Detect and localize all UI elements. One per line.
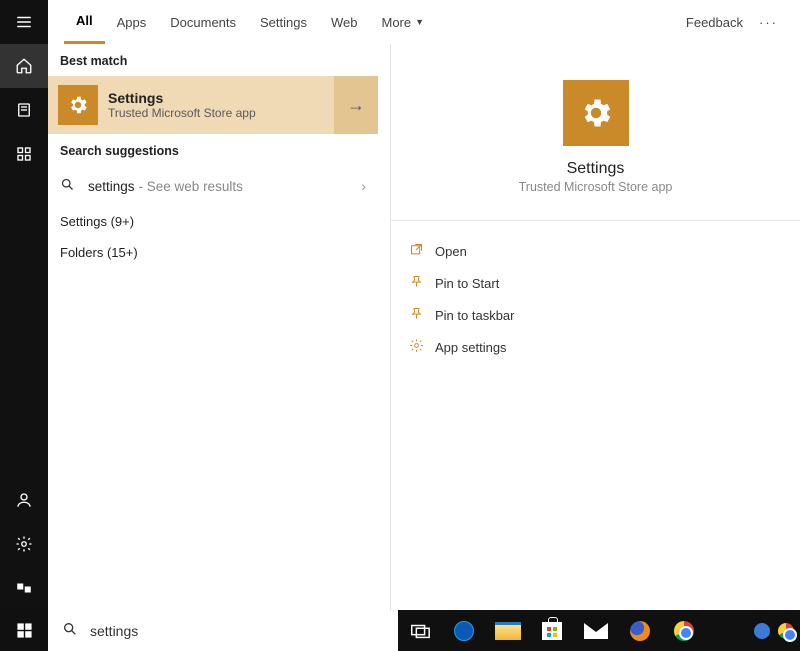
settings-category-row[interactable]: Settings (9+): [48, 206, 378, 237]
tab-documents[interactable]: Documents: [158, 0, 248, 44]
pin-to-start-action[interactable]: Pin to Start: [409, 267, 782, 299]
taskbar-search-input[interactable]: settings: [48, 610, 398, 651]
system-tray[interactable]: [754, 623, 800, 639]
web-suggestion-query: settings: [88, 179, 135, 194]
folders-category-row[interactable]: Folders (15+): [48, 237, 378, 268]
app-settings-action[interactable]: App settings: [409, 331, 782, 363]
task-view-icon[interactable]: [398, 610, 442, 651]
mail-icon[interactable]: [574, 610, 618, 651]
preview-title: Settings: [391, 160, 800, 178]
pin-icon: [409, 274, 435, 292]
pin-to-taskbar-action[interactable]: Pin to taskbar: [409, 299, 782, 331]
tray-app-icon[interactable]: [778, 623, 794, 639]
tab-web[interactable]: Web: [319, 0, 370, 44]
preview-subtitle: Trusted Microsoft Store app: [391, 180, 800, 194]
web-suggestion-tail: - See web results: [139, 179, 243, 194]
best-match-item[interactable]: Settings Trusted Microsoft Store app →: [48, 76, 378, 134]
edge-icon[interactable]: [442, 610, 486, 651]
hamburger-icon[interactable]: [0, 0, 48, 44]
home-icon[interactable]: [0, 44, 48, 88]
file-explorer-icon[interactable]: [486, 610, 530, 651]
taskbar: settings: [0, 610, 800, 651]
apps-icon[interactable]: [0, 132, 48, 176]
tab-more[interactable]: More▼: [370, 0, 437, 44]
account-icon[interactable]: [0, 478, 48, 522]
open-action[interactable]: Open: [409, 235, 782, 267]
firefox-icon[interactable]: [618, 610, 662, 651]
tab-settings[interactable]: Settings: [248, 0, 319, 44]
web-suggestion-row[interactable]: settings - See web results ›: [48, 166, 378, 206]
chrome-icon[interactable]: [662, 610, 706, 651]
caret-down-icon: ▼: [415, 17, 424, 27]
search-icon: [60, 177, 80, 195]
power-icon[interactable]: [0, 566, 48, 610]
tray-app-icon[interactable]: [754, 623, 770, 639]
search-icon: [62, 621, 78, 640]
start-button[interactable]: [0, 610, 48, 651]
gear-icon: [58, 85, 98, 125]
pin-icon: [409, 306, 435, 324]
search-suggestions-header: Search suggestions: [48, 134, 378, 166]
open-icon: [409, 242, 435, 260]
more-options-icon[interactable]: ···: [753, 15, 784, 30]
settings-rail-icon[interactable]: [0, 522, 48, 566]
tab-all[interactable]: All: [64, 0, 105, 44]
microsoft-store-icon[interactable]: [530, 610, 574, 651]
chevron-right-icon: ›: [361, 178, 366, 194]
best-match-title: Settings: [108, 90, 334, 106]
preview-pane: Settings Trusted Microsoft Store app Ope…: [390, 44, 800, 610]
search-input-value: settings: [90, 623, 138, 639]
gear-icon: [563, 80, 629, 146]
best-match-header: Best match: [48, 44, 378, 76]
gear-icon: [409, 338, 435, 356]
expand-arrow-icon[interactable]: →: [334, 76, 378, 134]
search-results: Best match Settings Trusted Microsoft St…: [48, 44, 378, 610]
tab-apps[interactable]: Apps: [105, 0, 159, 44]
search-filter-tabs: All Apps Documents Settings Web More▼ Fe…: [48, 0, 800, 44]
best-match-subtitle: Trusted Microsoft Store app: [108, 106, 334, 120]
recent-icon[interactable]: [0, 88, 48, 132]
start-left-rail: [0, 0, 48, 610]
feedback-link[interactable]: Feedback: [676, 15, 753, 30]
